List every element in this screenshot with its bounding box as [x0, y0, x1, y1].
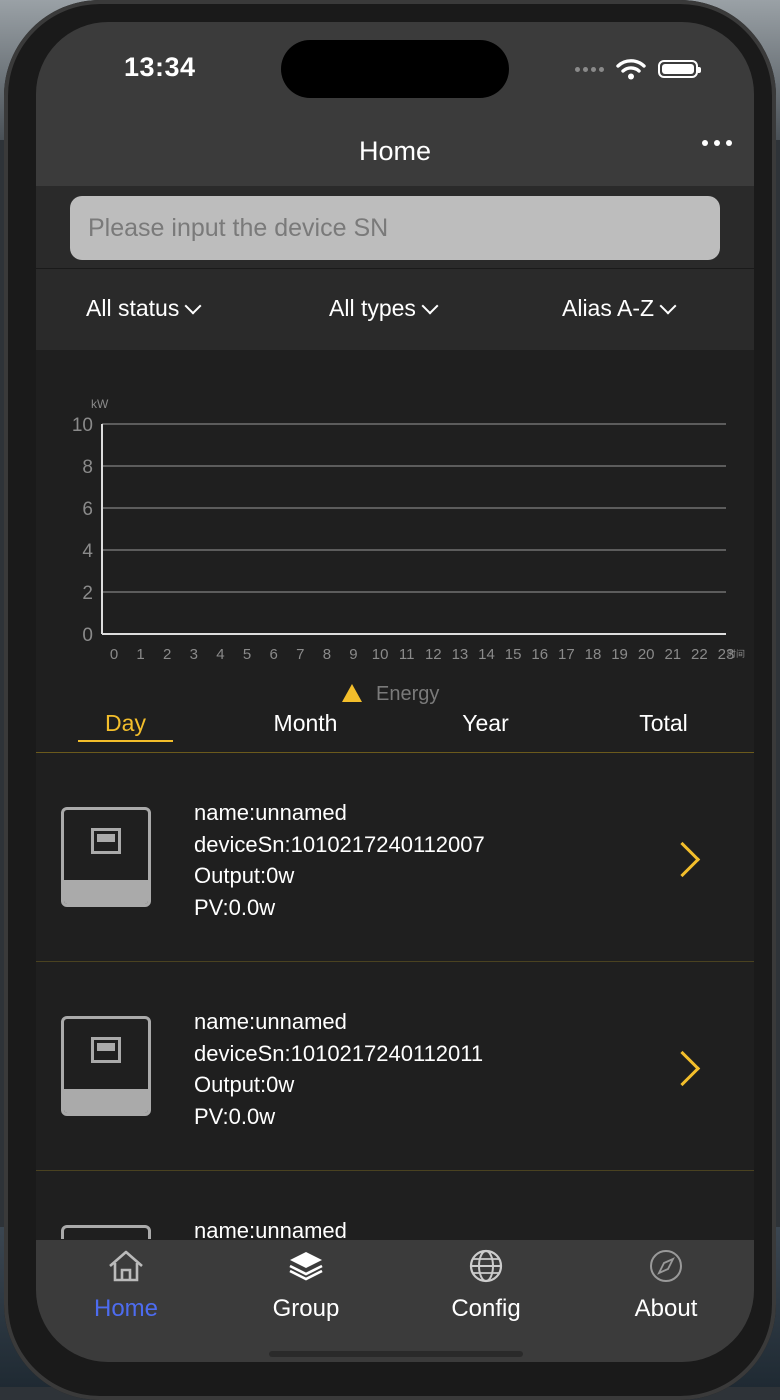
period-tabs: Day Month Year Total [36, 700, 754, 753]
device-pv: PV:0.0w [194, 894, 276, 920]
inverter-icon [61, 1225, 151, 1239]
x-tick-label: 15 [505, 646, 522, 663]
y-tick-label: 10 [72, 415, 93, 436]
device-list-item[interactable]: name:unnamed [36, 1171, 754, 1239]
device-name: name:unnamed [194, 1009, 347, 1034]
x-tick-label: 4 [216, 646, 224, 663]
tabbar-config[interactable]: Config [396, 1248, 576, 1323]
tabbar-home-label: Home [93, 1295, 159, 1322]
x-tick-label: 20 [638, 646, 655, 663]
type-filter-label: All types [329, 295, 416, 321]
status-filter-dropdown[interactable]: All status [86, 295, 202, 322]
y-tick-label: 4 [82, 541, 93, 562]
chevron-down-icon [421, 297, 439, 314]
device-name: name:unnamed [194, 1218, 347, 1239]
x-tick-label: 10 [372, 646, 389, 663]
x-tick-label: 13 [452, 646, 469, 663]
x-tick-label: 12 [425, 646, 442, 663]
sort-label: Alias A-Z [562, 295, 655, 321]
x-tick-label: 22 [691, 646, 708, 663]
tab-month[interactable]: Month [258, 710, 353, 737]
chevron-right-icon[interactable] [664, 1050, 701, 1087]
active-tab-indicator [78, 740, 173, 742]
type-filter-dropdown[interactable]: All types [329, 295, 439, 322]
globe-icon [469, 1249, 503, 1283]
phone-frame: 13:34 Home All st [4, 0, 776, 1400]
bottom-tab-bar: Home Group Config About [36, 1240, 754, 1362]
x-axis-unit-label: 时间 [727, 648, 745, 659]
filter-bar: All status All types Alias A-Z [36, 268, 754, 351]
device-sn: deviceSn:1010217240112007 [194, 831, 485, 857]
device-info: name:unnamed deviceSn:1010217240112011 O… [194, 1006, 483, 1132]
y-tick-label: 8 [82, 457, 93, 478]
status-filter-label: All status [86, 295, 180, 321]
device-info: name:unnamed deviceSn:1010217240112007 O… [194, 797, 485, 923]
device-sn-search-input[interactable] [70, 196, 720, 260]
x-tick-label: 19 [611, 646, 628, 663]
wifi-icon [616, 59, 646, 80]
device-name: name:unnamed [194, 800, 347, 825]
x-tick-label: 21 [664, 646, 681, 663]
device-info: name:unnamed [194, 1215, 347, 1239]
x-tick-label: 1 [136, 646, 144, 663]
tabbar-home[interactable]: Home [36, 1248, 216, 1323]
tabbar-group-label: Group [272, 1295, 340, 1322]
device-list: name:unnamed deviceSn:1010217240112007 O… [36, 753, 754, 1239]
y-axis-unit-label: kW [91, 397, 109, 411]
header: 13:34 Home [36, 22, 754, 186]
x-tick-label: 9 [349, 646, 357, 663]
ellipsis-icon[interactable] [702, 140, 732, 146]
x-tick-label: 11 [399, 646, 415, 663]
page-title: Home [358, 136, 432, 166]
x-tick-label: 18 [585, 646, 602, 663]
dynamic-island [281, 40, 509, 98]
tabbar-group[interactable]: Group [216, 1248, 396, 1323]
x-tick-label: 16 [531, 646, 548, 663]
status-time: 13:34 [124, 52, 196, 82]
compass-icon [650, 1250, 682, 1282]
layers-icon [289, 1252, 323, 1281]
x-tick-label: 17 [558, 646, 575, 663]
y-tick-label: 6 [82, 499, 93, 520]
tab-year[interactable]: Year [438, 710, 533, 737]
search-bar [36, 186, 754, 268]
tab-total[interactable]: Total [616, 710, 711, 737]
device-list-item[interactable]: name:unnamed deviceSn:1010217240112011 O… [36, 962, 754, 1171]
sort-dropdown[interactable]: Alias A-Z [562, 295, 677, 322]
x-tick-label: 8 [323, 646, 331, 663]
device-sn: deviceSn:1010217240112011 [194, 1040, 484, 1066]
x-tick-label: 2 [163, 646, 171, 663]
x-tick-label: 5 [243, 646, 251, 663]
cellular-signal-icon [575, 66, 604, 72]
tabbar-about[interactable]: About [576, 1248, 754, 1323]
chevron-down-icon [184, 297, 202, 314]
home-icon [109, 1250, 143, 1282]
chevron-right-icon[interactable] [664, 841, 701, 878]
tabbar-about-label: About [634, 1295, 698, 1322]
app-screen: 13:34 Home All st [36, 22, 754, 1362]
x-tick-label: 6 [269, 646, 277, 663]
device-output: Output:0w [194, 863, 295, 888]
inverter-icon [61, 807, 151, 907]
status-icons [575, 58, 701, 80]
device-pv: PV:0.0w [194, 1103, 276, 1129]
device-list-item[interactable]: name:unnamed deviceSn:1010217240112007 O… [36, 753, 754, 962]
x-tick-label: 14 [478, 646, 495, 663]
x-tick-label: 7 [296, 646, 304, 663]
energy-chart-svg: kW02468100 1 2 3 4 5 6 7 8 9 10 11 12 13 14 15 16 17 18 19 2… [72, 397, 745, 705]
chevron-down-icon [659, 297, 677, 314]
x-tick-label: 0 [110, 646, 118, 663]
device-output: Output:0w [194, 1072, 295, 1097]
tab-day[interactable]: Day [78, 710, 173, 737]
y-tick-label: 2 [82, 583, 93, 604]
battery-icon [658, 60, 701, 78]
y-tick-label: 0 [82, 625, 93, 646]
energy-chart: kW 0 2 4 6 8 10 0 1 2 3 4 5 6 7 8 9 10 11 12 13 14 15 16 17 18 19 2… [36, 350, 754, 730]
x-tick-label: 3 [190, 646, 198, 663]
tabbar-config-label: Config [451, 1295, 521, 1322]
inverter-icon [61, 1016, 151, 1116]
home-indicator [269, 1351, 523, 1357]
